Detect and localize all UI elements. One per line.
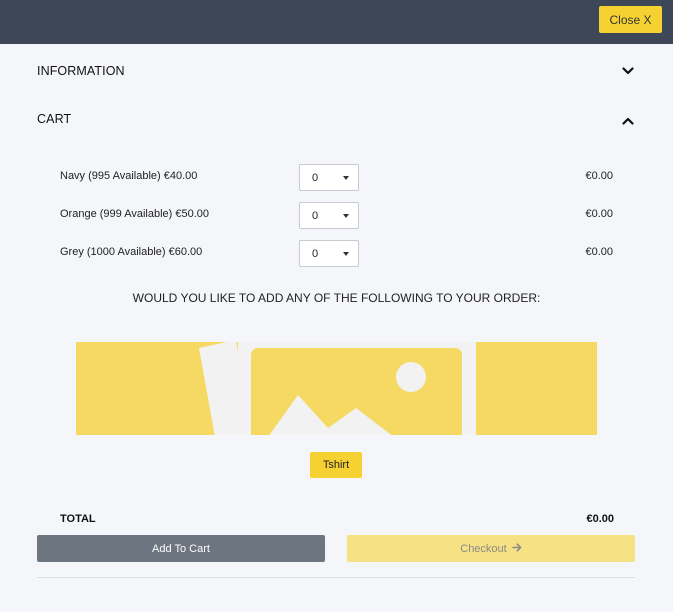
cart-item-price: €0.00 [585, 208, 613, 220]
cart-item-row: Orange (999 Available) €50.00 0 €0.00 [60, 202, 613, 234]
section-cart-header[interactable]: CART [37, 107, 635, 131]
caret-down-icon [343, 213, 349, 218]
arrow-right-icon [511, 542, 522, 555]
section-information-header[interactable]: INFORMATION [37, 59, 635, 83]
top-bar: Close X [0, 0, 673, 44]
section-cart-label: CART [37, 112, 72, 126]
total-value: €0.00 [586, 513, 614, 525]
divider [37, 577, 635, 578]
chevron-up-icon[interactable] [621, 114, 635, 128]
cart-item-label: Grey (1000 Available) €60.00 [60, 246, 203, 258]
add-to-cart-button[interactable]: Add To Cart [37, 535, 325, 562]
checkout-label: Checkout [460, 542, 507, 555]
cart-item-row: Grey (1000 Available) €60.00 0 €0.00 [60, 240, 613, 272]
tshirt-product-button[interactable]: Tshirt [310, 452, 362, 478]
cart-item-price: €0.00 [585, 246, 613, 258]
cart-item-row: Navy (995 Available) €40.00 0 €0.00 [60, 164, 613, 196]
quantity-value: 0 [312, 209, 319, 222]
image-placeholder-icon [76, 342, 597, 435]
quantity-value: 0 [312, 247, 319, 260]
cart-item-label: Navy (995 Available) €40.00 [60, 170, 198, 182]
quantity-value: 0 [312, 171, 319, 184]
cart-item-price: €0.00 [585, 170, 613, 182]
caret-down-icon [343, 175, 349, 180]
total-label: TOTAL [60, 513, 96, 525]
upsell-title: WOULD YOU LIKE TO ADD ANY OF THE FOLLOWI… [132, 291, 541, 305]
total-row: TOTAL €0.00 [60, 513, 614, 529]
product-image [76, 342, 597, 435]
quantity-select[interactable]: 0 [299, 240, 359, 267]
caret-down-icon [343, 251, 349, 256]
section-information-label: INFORMATION [37, 64, 125, 78]
close-button[interactable]: Close X [599, 6, 662, 33]
chevron-down-icon[interactable] [621, 64, 635, 78]
checkout-button[interactable]: Checkout [347, 535, 635, 562]
cart-item-label: Orange (999 Available) €50.00 [60, 208, 210, 220]
quantity-select[interactable]: 0 [299, 164, 359, 191]
quantity-select[interactable]: 0 [299, 202, 359, 229]
